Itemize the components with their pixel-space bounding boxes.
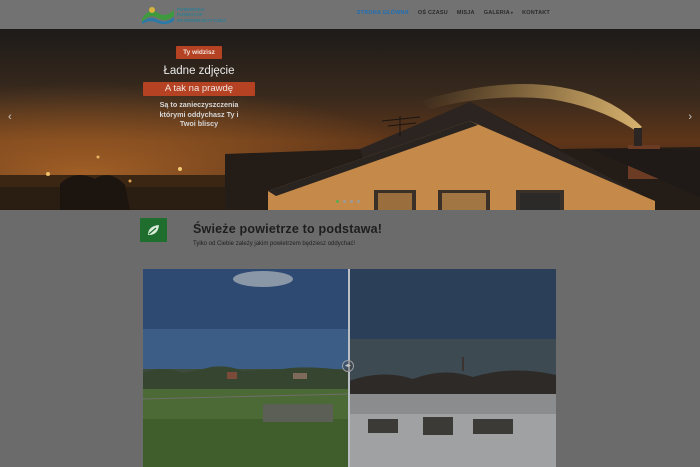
slider-dot[interactable]: [350, 200, 353, 203]
site-header: POMORSKA FUNDACJA EKOENERGETYCZNA STRONA…: [0, 0, 700, 29]
hero-caption: Ty widzisz Ładne zdjęcie A tak na prawdę…: [140, 41, 258, 129]
nav-item-gallery[interactable]: GALERIA▾: [484, 10, 513, 16]
logo-line: EKOENERGETYCZNA: [177, 17, 227, 23]
caption-tag: Ty widzisz: [176, 46, 222, 59]
caption-body-line: Są to zanieczyszczenia: [159, 100, 239, 109]
nav-item-contact[interactable]: KONTAKT: [522, 10, 550, 16]
caption-tag-secondary: A tak na prawdę: [143, 82, 255, 96]
main-nav: STRONA GŁÓWNA OŚ CZASU MISJA GALERIA▾ KO…: [357, 10, 550, 16]
logo-text: POMORSKA FUNDACJA EKOENERGETYCZNA: [177, 7, 226, 23]
caption-body-line: którymi oddychasz Ty i: [159, 109, 239, 119]
slider-dot[interactable]: [343, 200, 346, 203]
slider-dot[interactable]: [357, 200, 360, 203]
nav-item-home[interactable]: STRONA GŁÓWNA: [357, 10, 409, 16]
chevron-down-icon: ▾: [510, 10, 514, 15]
slider-next-arrow-icon[interactable]: ›: [688, 111, 692, 123]
caption-title: Ładne zdjęcie: [163, 65, 235, 77]
site-logo[interactable]: POMORSKA FUNDACJA EKOENERGETYCZNA: [140, 4, 232, 26]
drag-arrows-icon: ◂▸: [344, 363, 352, 369]
nav-item-gallery-label: GALERIA: [483, 10, 510, 16]
leaf-badge: [140, 218, 167, 242]
before-after-comparison[interactable]: ◂▸: [143, 269, 556, 467]
nav-item-timeline[interactable]: OŚ CZASU: [418, 10, 448, 16]
comparison-handle[interactable]: ◂▸: [342, 360, 354, 372]
hero-slider: Ty widzisz Ładne zdjęcie A tak na prawdę…: [0, 29, 700, 210]
caption-body: Są to zanieczyszczenia którymi oddychasz…: [140, 100, 258, 129]
section-heading: Świeże powietrze to podstawa!: [193, 222, 383, 236]
logo-wave-icon: [142, 7, 174, 25]
hero-image: [0, 29, 700, 210]
section-subheading: Tylko od Ciebie zależy jakim powietrzem …: [193, 241, 356, 247]
caption-body-line: Twoi bliscy: [179, 119, 219, 128]
slider-dot[interactable]: [336, 200, 339, 203]
slider-pagination: [336, 200, 360, 203]
nav-item-mission[interactable]: MISJA: [457, 10, 475, 16]
leaf-icon: [148, 225, 159, 235]
slider-prev-arrow-icon[interactable]: ‹: [8, 111, 12, 123]
